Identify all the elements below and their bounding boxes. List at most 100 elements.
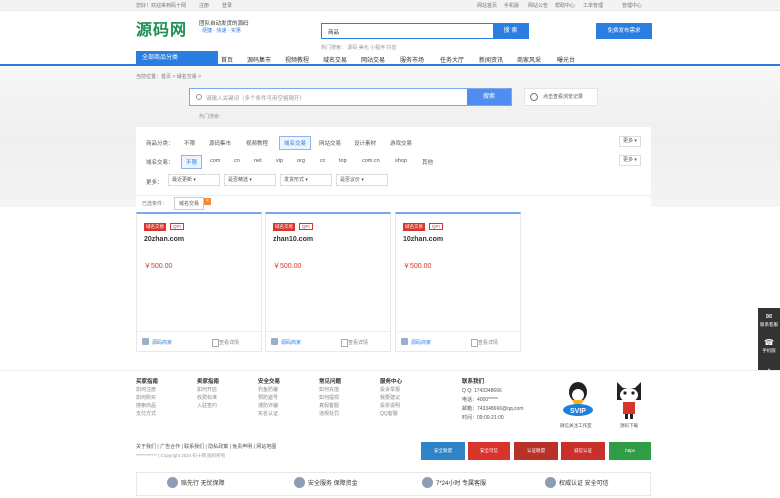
qq-penguin-mascot-icon: SVIP	[563, 382, 593, 416]
nav-tasks[interactable]: 任务大厅	[440, 55, 464, 64]
footer-link[interactable]: 真假客服	[319, 403, 339, 409]
filter-option[interactable]: cn	[234, 158, 240, 164]
nav-video[interactable]: 视频教程	[285, 55, 309, 64]
footer-link[interactable]: 如何充值	[319, 387, 339, 393]
nav-services[interactable]: 服务市场	[400, 55, 424, 64]
nav-news[interactable]: 新闻资讯	[479, 55, 503, 64]
more-dropdown[interactable]: 更多 ▾	[619, 136, 641, 147]
footer-link[interactable]: 如何提现	[319, 395, 339, 401]
nav-home[interactable]: 首页	[221, 55, 233, 64]
nav-domain[interactable]: 域名交易	[323, 55, 347, 64]
product-card[interactable]: 域名交易 QPI 10zhan.com ￥500.00 源码商家 查看详情	[395, 212, 521, 352]
domain-name[interactable]: zhan10.com	[273, 236, 313, 243]
filter-option[interactable]: 设计素材	[354, 139, 376, 147]
filter-option[interactable]: cc	[320, 158, 326, 164]
view-details-link[interactable]: 查看详情	[212, 339, 239, 347]
footer-link[interactable]: 投诉举报	[380, 387, 400, 393]
cert-badge[interactable]: 安全联盟	[421, 442, 465, 460]
filter-option[interactable]: 源码集市	[209, 139, 231, 147]
search-type-select[interactable]: 商品	[328, 28, 339, 36]
footer-links[interactable]: 关于我们 | 广告合作 | 联系我们 | 隐私政策 | 免责声明 | 网站地图	[136, 443, 276, 450]
filter-option-active[interactable]: 域名交易	[279, 136, 312, 150]
footer-link[interactable]: 如何注册	[136, 387, 156, 393]
footer-link[interactable]: 收费标准	[197, 395, 217, 401]
filter-option[interactable]: 不限	[184, 139, 195, 147]
remove-filter-icon[interactable]: ×	[204, 198, 211, 205]
nav-merchants[interactable]: 商家风采	[517, 55, 541, 64]
footer-link[interactable]: 违规处罚	[319, 411, 339, 417]
toplink-notice[interactable]: 网站公告	[528, 2, 548, 9]
footer-link[interactable]: 钓鱼防骗	[258, 387, 278, 393]
cat-mascot-icon	[617, 382, 641, 419]
footer-link[interactable]: 支付方式	[136, 411, 156, 417]
seller-link[interactable]: 源码商家	[411, 339, 431, 346]
delivery-dropdown[interactable]: 发货形式 ▾	[280, 174, 332, 186]
tag-badge: QPI	[429, 223, 443, 230]
nav-exposure[interactable]: 曝光台	[557, 55, 575, 64]
filter-option[interactable]: 视频教程	[246, 139, 268, 147]
login-link[interactable]: 登录	[222, 2, 232, 9]
filter-option[interactable]: net	[254, 158, 262, 164]
view-details-link[interactable]: 查看详情	[341, 339, 368, 347]
cert-badge[interactable]: https	[609, 442, 651, 460]
footer-link[interactable]: 我要建议	[380, 395, 400, 401]
cert-badge[interactable]: 认证联盟	[514, 442, 558, 460]
seller-link[interactable]: 源码商家	[281, 339, 301, 346]
sidebar-mobile[interactable]: ☎ 手机版	[758, 336, 780, 356]
filter-option-active[interactable]: 不限	[181, 155, 203, 169]
seller-link[interactable]: 源码商家	[152, 339, 172, 346]
filter-option[interactable]: org	[297, 158, 305, 164]
all-categories-button[interactable]: 全部商品分类	[136, 51, 218, 66]
toplink-home[interactable]: 网站首页	[477, 2, 497, 9]
more-dropdown[interactable]: 更多 ▾	[619, 155, 641, 166]
domain-name[interactable]: 10zhan.com	[403, 236, 443, 243]
sort-dropdown[interactable]: 最近更新 ▾	[168, 174, 220, 186]
filter-option[interactable]: top	[339, 158, 347, 164]
footer-link[interactable]: 搜索商品	[136, 403, 156, 409]
greeting-text: 您好！欢迎来到码十网	[136, 3, 187, 9]
footer-link[interactable]: 谨防诈骗	[258, 403, 278, 409]
domain-name[interactable]: 20zhan.com	[144, 236, 184, 243]
selected-label: 已选条件：	[142, 201, 168, 207]
site-logo[interactable]: 源码网	[136, 16, 187, 40]
filter-option[interactable]: shop	[395, 158, 407, 164]
footer-link[interactable]: 投票说明	[380, 403, 400, 409]
footer-link[interactable]: 入驻签约	[197, 403, 217, 409]
toplink-tickets[interactable]: 工单管理	[583, 2, 603, 9]
footer-col-title: 服务中心	[380, 379, 403, 385]
negotiable-dropdown[interactable]: 是否议价 ▾	[336, 174, 388, 186]
footer-link[interactable]: 实名认证	[258, 411, 278, 417]
cert-badge[interactable]: 安全可信	[468, 442, 510, 460]
product-card[interactable]: 域名交易 QPI zhan10.com ￥500.00 源码商家 查看详情	[265, 212, 391, 352]
copyright: ************ | Copyright 2024 码十网 版权所有	[136, 453, 226, 458]
sidebar-contact[interactable]: ✉ 联系客服	[758, 310, 780, 330]
toplink-help[interactable]: 帮助中心	[555, 2, 575, 9]
hot-searches[interactable]: 热门搜索： 源码 美化 小程序 抖音	[321, 44, 397, 51]
filter-option[interactable]: com	[210, 158, 220, 164]
cert-badge[interactable]: 诚信认证	[561, 442, 605, 460]
filter-option[interactable]: 其他	[422, 158, 433, 166]
toplink-admin[interactable]: 管理中心	[622, 2, 642, 9]
featured-dropdown[interactable]: 是否精选 ▾	[224, 174, 276, 186]
nav-site-trade[interactable]: 网站交易	[361, 55, 385, 64]
footer-link[interactable]: 如何开店	[197, 387, 217, 393]
footer-link[interactable]: 如何购买	[136, 395, 156, 401]
browse-history-button[interactable]: 点击查看浏览记录	[524, 88, 598, 106]
filter-option[interactable]: vip	[276, 158, 283, 164]
publish-request-button[interactable]: 免费发布需求	[596, 23, 652, 39]
view-details-link[interactable]: 查看详情	[471, 339, 498, 347]
slogan-sub: 便捷 · 快速 · 实惠	[202, 28, 241, 34]
delivery-dropdown-label: 发货形式	[284, 177, 305, 183]
domain-search-button[interactable]: 搜索	[467, 89, 511, 105]
filter-option[interactable]: 网站交易	[319, 139, 341, 147]
footer-link[interactable]: 预防盗号	[258, 395, 278, 401]
product-card[interactable]: 域名交易 QPI 20zhan.com ￥500.00 源码商家 查看详情	[136, 212, 262, 352]
toplink-mobile[interactable]: 手机版	[504, 2, 519, 9]
filter-option[interactable]: com.cn	[362, 158, 380, 164]
footer-link[interactable]: QQ客服	[380, 411, 398, 417]
search-button[interactable]: 搜 索	[493, 24, 528, 38]
domain-search-input[interactable]: 请输入关键词（多个条件可用空格隔开）	[206, 94, 305, 102]
filter-option[interactable]: 游戏交易	[390, 139, 412, 147]
nav-source-market[interactable]: 源码集市	[247, 55, 271, 64]
register-link[interactable]: 注册	[199, 2, 209, 9]
